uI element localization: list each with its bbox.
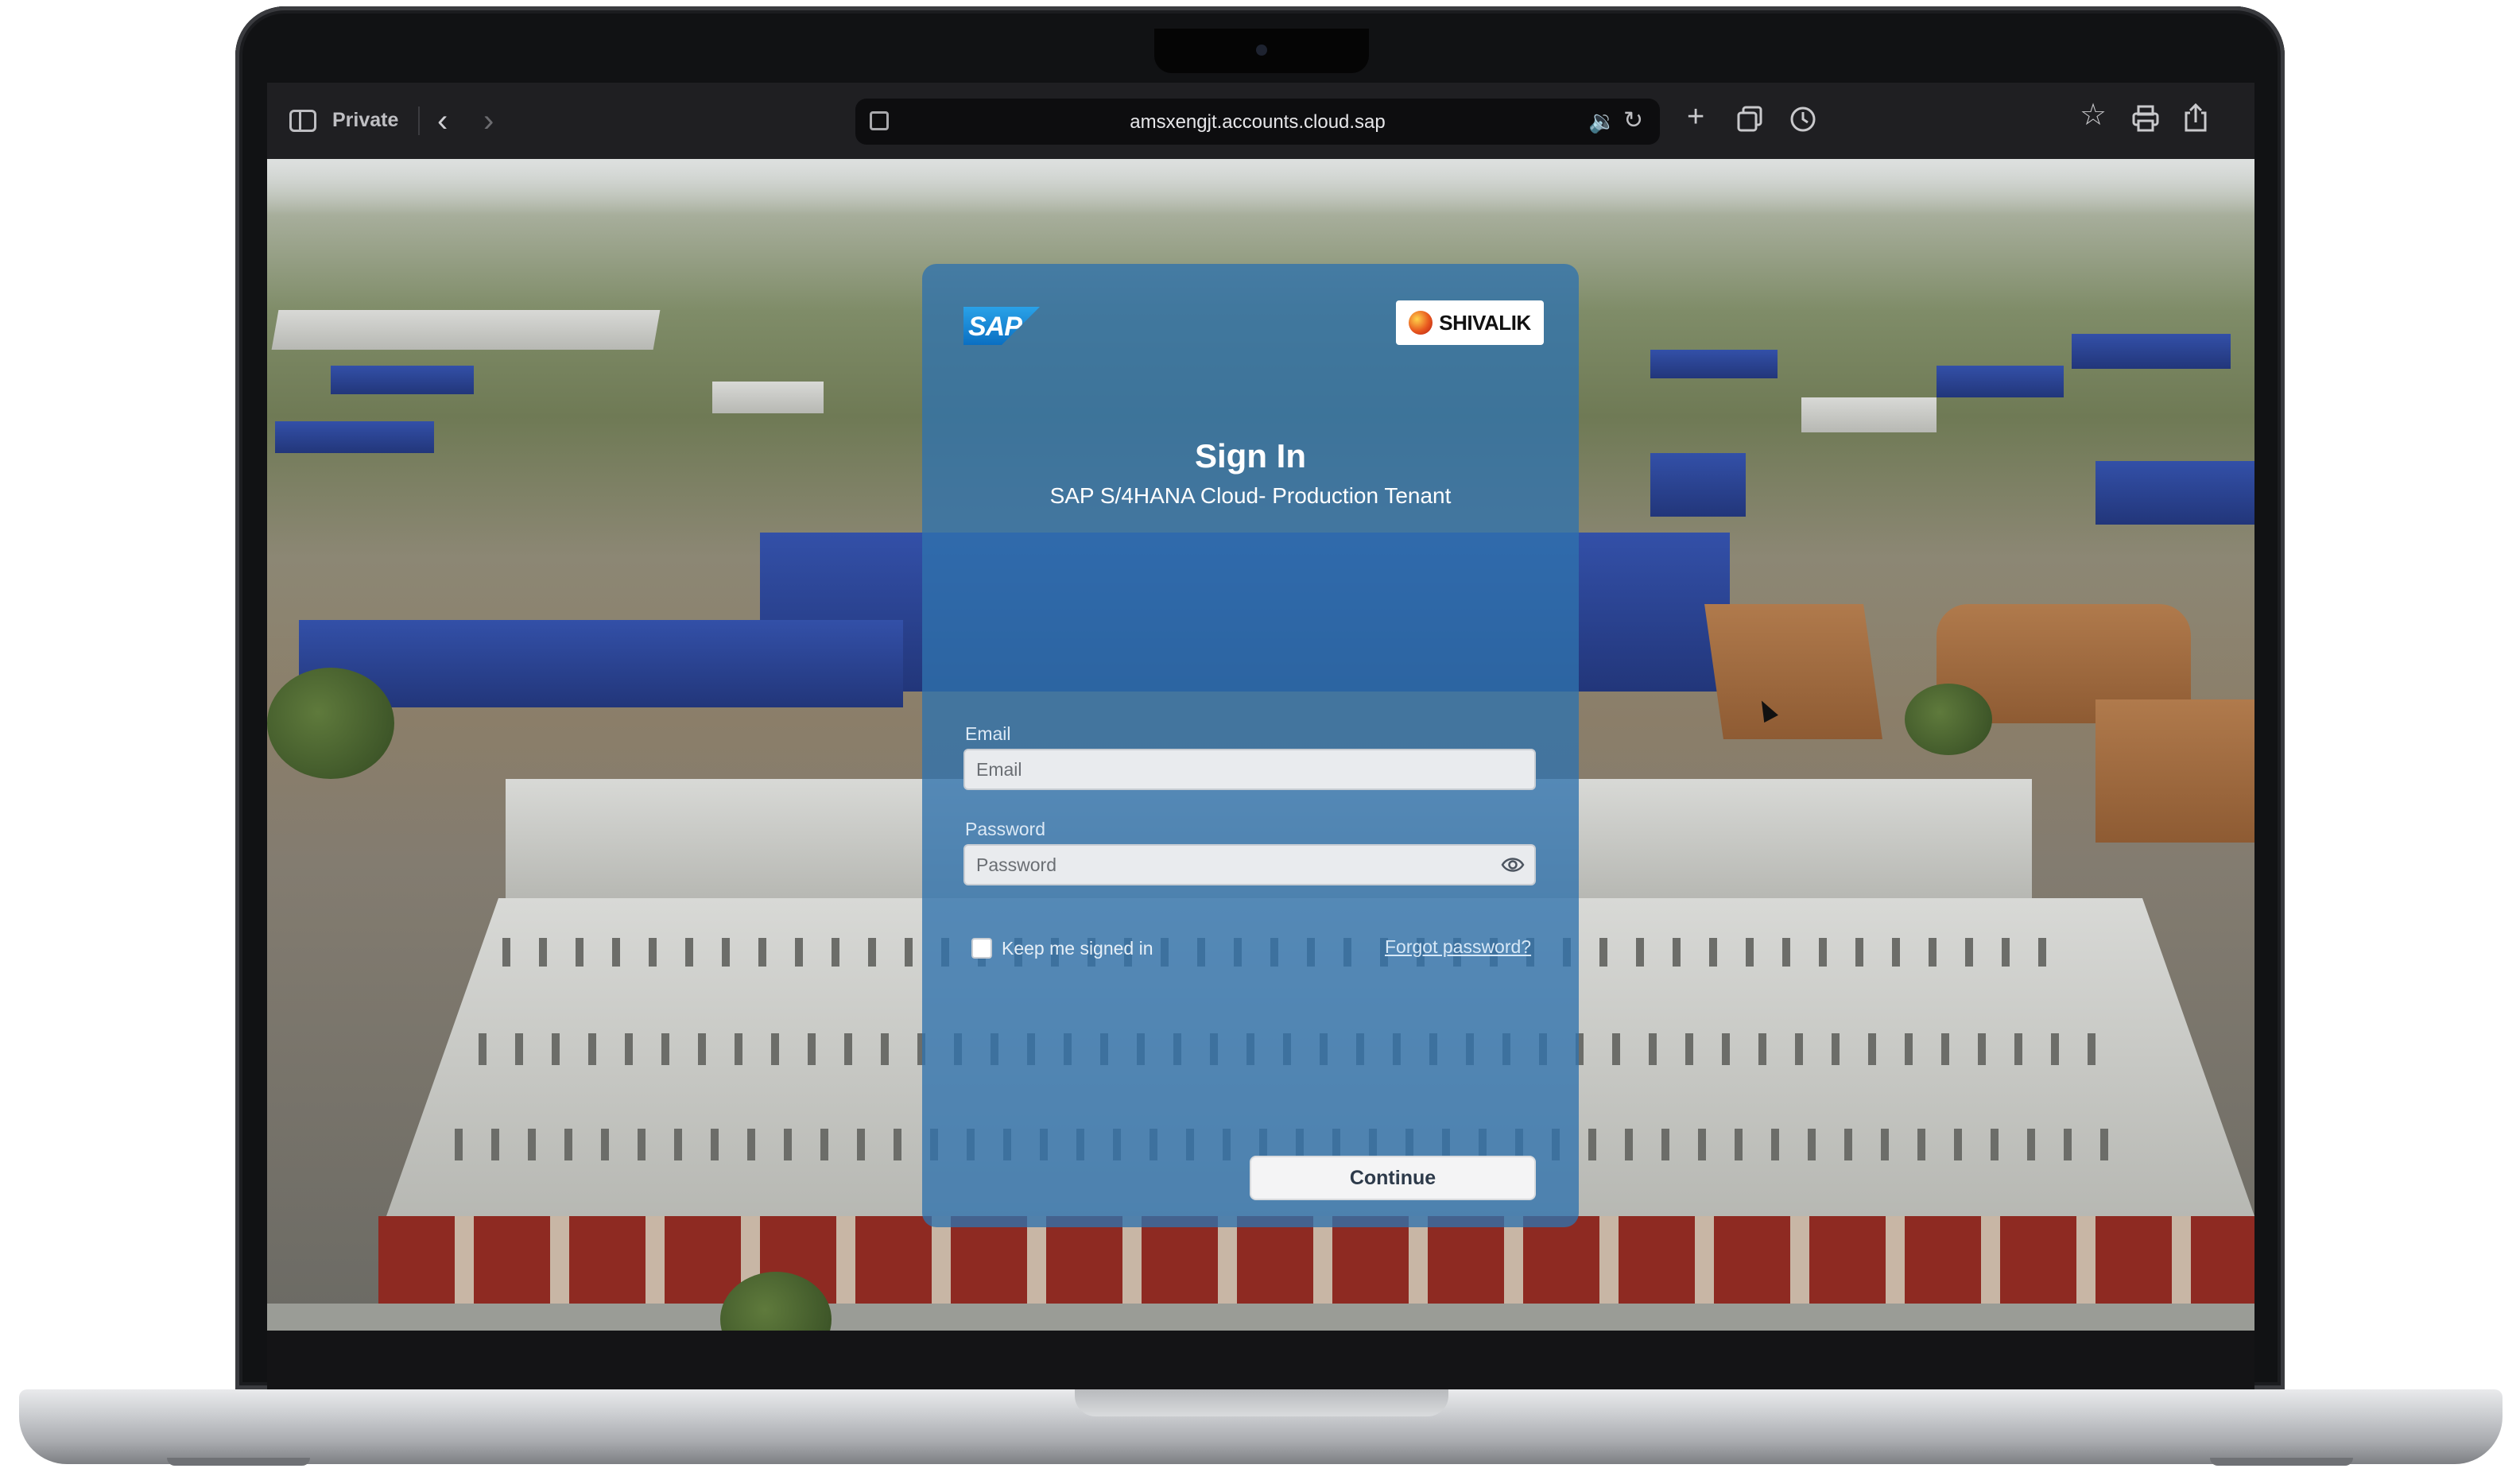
camera-icon [1256,45,1267,56]
screen-bezel [267,1331,2254,1389]
browser-toolbar: Private ‹ › amsxengjt.accounts.cloud.sap… [267,83,2254,159]
forgot-password-link[interactable]: Forgot password? [1385,936,1531,958]
keep-signed-in-checkbox[interactable] [971,938,992,959]
speaker-icon[interactable]: 🔉 [1588,108,1616,134]
bookmark-star-icon[interactable]: ☆ [2080,97,2107,133]
sky-haze [267,159,2254,215]
keep-signed-in-label: Keep me signed in [1002,938,1153,959]
building-roof [1937,366,2064,397]
building-roof [275,421,434,453]
boundary-wall [267,1304,2254,1331]
building-roof [1650,453,1746,517]
building-roof [331,366,474,394]
building-roof [1704,604,1882,739]
show-password-icon[interactable] [1501,854,1525,876]
password-field[interactable] [963,844,1536,885]
password-input[interactable] [976,846,1469,885]
laptop-lip [1075,1389,1448,1416]
forward-icon[interactable]: › [483,103,494,139]
address-bar[interactable]: amsxengjt.accounts.cloud.sap 🔉 ↻ [855,99,1660,145]
reload-icon[interactable]: ↻ [1623,107,1643,134]
toolbar-divider [418,107,420,135]
laptop-foot [2210,1458,2353,1466]
share-icon[interactable] [2181,102,2210,134]
building-roof [2095,461,2254,525]
sap-logo: SAP [963,307,1040,345]
warehouse-wall [378,1216,2254,1304]
laptop-foot [167,1458,310,1466]
tabs-overview-icon[interactable] [1736,105,1765,134]
building-roof [271,310,661,350]
tree [1905,684,1992,755]
tree [267,668,394,779]
building-roof [712,382,824,413]
password-label: Password [965,819,1045,839]
shivalik-logo-mark [1409,311,1433,335]
email-label: Email [965,723,1011,744]
email-input[interactable] [976,750,1469,789]
page-title: Sign In [1195,437,1306,475]
building-roof [2072,334,2231,369]
building-roof [299,620,903,707]
building-roof [1801,397,1937,432]
building-roof [1650,350,1778,378]
shivalik-logo: SHIVALIK [1396,300,1544,345]
screen: Private ‹ › amsxengjt.accounts.cloud.sap… [267,83,2254,1331]
new-tab-icon[interactable]: + [1687,100,1704,134]
page-subtitle: SAP S/4HANA Cloud- Production Tenant [1049,483,1452,508]
login-panel: SAP SHIVALIK Sign In SAP S/4HANA Cloud- … [922,264,1579,1227]
building-roof [2095,699,2254,843]
email-field[interactable] [963,749,1536,790]
print-icon[interactable] [2130,103,2161,134]
url-text: amsxengjt.accounts.cloud.sap [1130,111,1386,133]
continue-button[interactable]: Continue [1250,1156,1536,1200]
private-mode-label: Private [332,109,399,131]
sidebar-icon[interactable] [289,110,316,132]
back-icon[interactable]: ‹ [437,103,448,139]
history-icon[interactable] [1789,105,1817,134]
